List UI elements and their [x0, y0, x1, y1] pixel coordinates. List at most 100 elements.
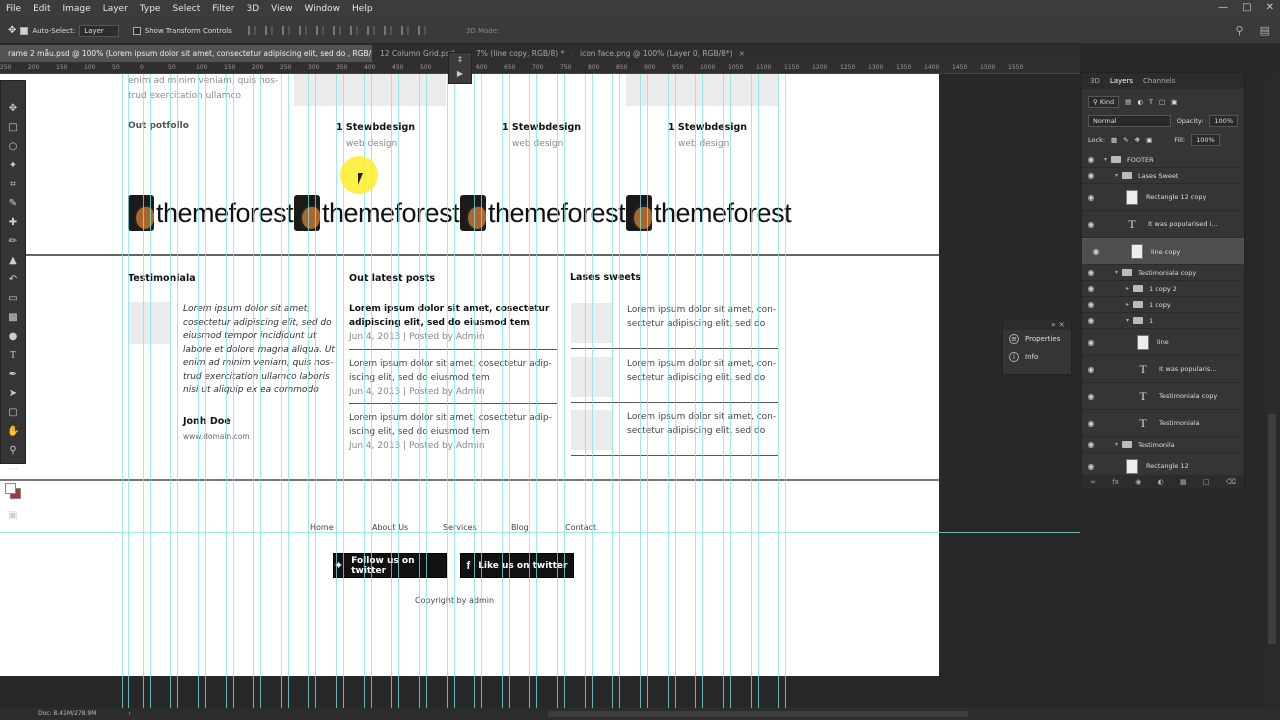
expand-caret-icon[interactable]: ▾	[1115, 441, 1118, 448]
floating-play-panel[interactable]: ‡ ▶	[448, 52, 472, 84]
menu-file[interactable]: File	[0, 4, 27, 14]
workspace-icon[interactable]: ▤	[1260, 24, 1270, 37]
distribute-bottom-icon[interactable]	[383, 26, 392, 35]
hand-tool-icon[interactable]: ✋	[7, 426, 19, 437]
horizontal-scrollbar[interactable]	[548, 711, 968, 717]
layer-row[interactable]: ◉ ▸ 1 copy 2	[1082, 281, 1244, 297]
tab-3d[interactable]: 3D	[1090, 77, 1100, 85]
layer-row[interactable]: ◉ ▾ 1	[1082, 313, 1244, 329]
close-tab-icon[interactable]: ×	[739, 49, 744, 58]
visibility-eye-icon[interactable]: ◉	[1082, 392, 1100, 401]
footer-link-blog[interactable]: Blog	[511, 523, 529, 532]
menu-image[interactable]: Image	[57, 4, 97, 14]
visibility-eye-icon[interactable]: ◉	[1082, 284, 1100, 293]
blur-tool-icon[interactable]: ●	[7, 331, 19, 342]
screen-mode-icon[interactable]: ▣	[7, 510, 19, 521]
distribute-top-icon[interactable]	[349, 26, 358, 35]
visibility-eye-icon[interactable]: ◉	[1082, 419, 1100, 428]
more-tools-icon[interactable]: ⋯	[7, 464, 19, 475]
menu-filter[interactable]: Filter	[206, 4, 240, 14]
path-select-tool-icon[interactable]: ➤	[7, 388, 19, 399]
footer-link-home[interactable]: Home	[310, 523, 334, 532]
tab-channels[interactable]: Channels	[1143, 77, 1175, 85]
layer-row[interactable]: ◉ line copy	[1082, 238, 1244, 265]
blend-mode-dropdown[interactable]: Normal	[1088, 114, 1171, 127]
shape-tool-icon[interactable]: ▢	[7, 407, 19, 418]
layer-row[interactable]: ◉ ▾ FOOTER	[1082, 152, 1244, 168]
marquee-tool-icon[interactable]: □	[7, 122, 19, 133]
distribute-hcenter-icon[interactable]	[417, 26, 426, 35]
auto-select-checkbox[interactable]	[20, 26, 29, 35]
properties-button[interactable]: ≡ Properties	[1003, 330, 1071, 348]
tab-line-copy[interactable]: 7% (line copy, RGB/8) *×	[468, 45, 572, 62]
align-vcenter-icon[interactable]	[264, 26, 273, 35]
visibility-eye-icon[interactable]: ◉	[1082, 171, 1100, 180]
tab-icon-face[interactable]: icon face.png @ 100% (Layer 0, RGB/8*) ×	[572, 45, 744, 62]
distribute-left-icon[interactable]	[400, 26, 409, 35]
foreground-color-swatch[interactable]	[5, 483, 16, 494]
expand-caret-icon[interactable]: ▸	[1126, 301, 1129, 308]
crop-tool-icon[interactable]: ⌗	[7, 179, 19, 190]
visibility-eye-icon[interactable]: ◉	[1082, 440, 1100, 449]
visibility-eye-icon[interactable]: ◉	[1082, 300, 1100, 309]
layer-row[interactable]: ◉ ▾ Lases Sweet	[1082, 168, 1244, 184]
expand-caret-icon[interactable]: ▸	[1126, 285, 1129, 292]
new-group-icon[interactable]: ▦	[1180, 478, 1187, 486]
quick-select-tool-icon[interactable]: ✦	[7, 160, 19, 171]
menu-type[interactable]: Type	[134, 4, 167, 14]
menu-3d[interactable]: 3D	[241, 4, 266, 14]
visibility-eye-icon[interactable]: ◉	[1087, 247, 1105, 256]
brush-tool-icon[interactable]: ✏	[7, 236, 19, 247]
visibility-eye-icon[interactable]: ◉	[1082, 365, 1100, 374]
align-left-icon[interactable]	[298, 26, 307, 35]
distribute-vcenter-icon[interactable]	[366, 26, 375, 35]
layer-row[interactable]: ◉ ▸ 1 copy	[1082, 297, 1244, 313]
menu-layer[interactable]: Layer	[97, 4, 134, 14]
restore-icon[interactable]: □	[1242, 2, 1251, 13]
lock-all-icon[interactable]: ▣	[1146, 136, 1152, 144]
filter-smart-icon[interactable]: ▣	[1171, 98, 1177, 106]
align-hcenter-icon[interactable]	[315, 26, 324, 35]
stamp-tool-icon[interactable]: ▲	[7, 255, 19, 266]
expand-caret-icon[interactable]: ▾	[1126, 317, 1129, 324]
filter-shape-icon[interactable]: □	[1159, 98, 1165, 106]
layer-row[interactable]: ◉ ▾ Testimoniala copy	[1082, 265, 1244, 281]
twitter-follow-button[interactable]: ✦ Follow us on twitter	[333, 553, 447, 578]
scrollbar-thumb[interactable]	[1268, 414, 1276, 644]
vertical-scrollbar[interactable]	[1266, 74, 1280, 708]
adjustment-layer-icon[interactable]: ◐	[1158, 478, 1164, 486]
panel-collapse-icon[interactable]: » ×	[1003, 320, 1071, 330]
add-mask-icon[interactable]: ◉	[1135, 478, 1141, 486]
visibility-eye-icon[interactable]: ◉	[1082, 220, 1100, 229]
minimize-icon[interactable]: —	[1218, 2, 1228, 13]
tab-layers[interactable]: Layers	[1110, 77, 1133, 85]
layer-row[interactable]: ◉ ▾ Testimonila	[1082, 437, 1244, 453]
opacity-field[interactable]: 100%	[1209, 114, 1238, 127]
play-icon[interactable]: ▶	[449, 67, 471, 81]
footer-link-services[interactable]: Services	[443, 523, 477, 532]
lock-transparent-icon[interactable]: ▩	[1111, 136, 1117, 144]
fill-field[interactable]: 100%	[1191, 133, 1220, 146]
move-tool-icon[interactable]: ✥	[8, 25, 16, 36]
auto-select-dropdown[interactable]: Layer	[79, 24, 119, 37]
pen-tool-icon[interactable]: ✒	[7, 369, 19, 380]
eraser-tool-icon[interactable]: ▭	[7, 293, 19, 304]
expand-caret-icon[interactable]: ▾	[1115, 172, 1118, 179]
lock-position-icon[interactable]: ✥	[1135, 136, 1140, 144]
layer-row[interactable]: ◉ Rectangle 12 copy	[1082, 184, 1244, 211]
filter-pixel-icon[interactable]: ▤	[1125, 98, 1131, 106]
layer-row[interactable]: ◉ T It was popularis...	[1082, 356, 1244, 383]
visibility-eye-icon[interactable]: ◉	[1082, 155, 1100, 164]
history-brush-icon[interactable]: ↶	[7, 274, 19, 285]
link-layers-icon[interactable]: ∞	[1090, 478, 1096, 486]
healing-tool-icon[interactable]: ✚	[7, 217, 19, 228]
visibility-eye-icon[interactable]: ◉	[1082, 268, 1100, 277]
kind-filter-dropdown[interactable]: ⚲ Kind	[1088, 95, 1120, 108]
menu-help[interactable]: Help	[346, 4, 379, 14]
align-top-icon[interactable]	[247, 26, 256, 35]
menu-edit[interactable]: Edit	[27, 4, 56, 14]
layer-row[interactable]: ◉ line	[1082, 329, 1244, 356]
layer-row[interactable]: ◉ T Testimoniala	[1082, 410, 1244, 437]
new-layer-icon[interactable]: □	[1203, 478, 1210, 486]
lock-pixels-icon[interactable]: ✎	[1123, 136, 1128, 144]
